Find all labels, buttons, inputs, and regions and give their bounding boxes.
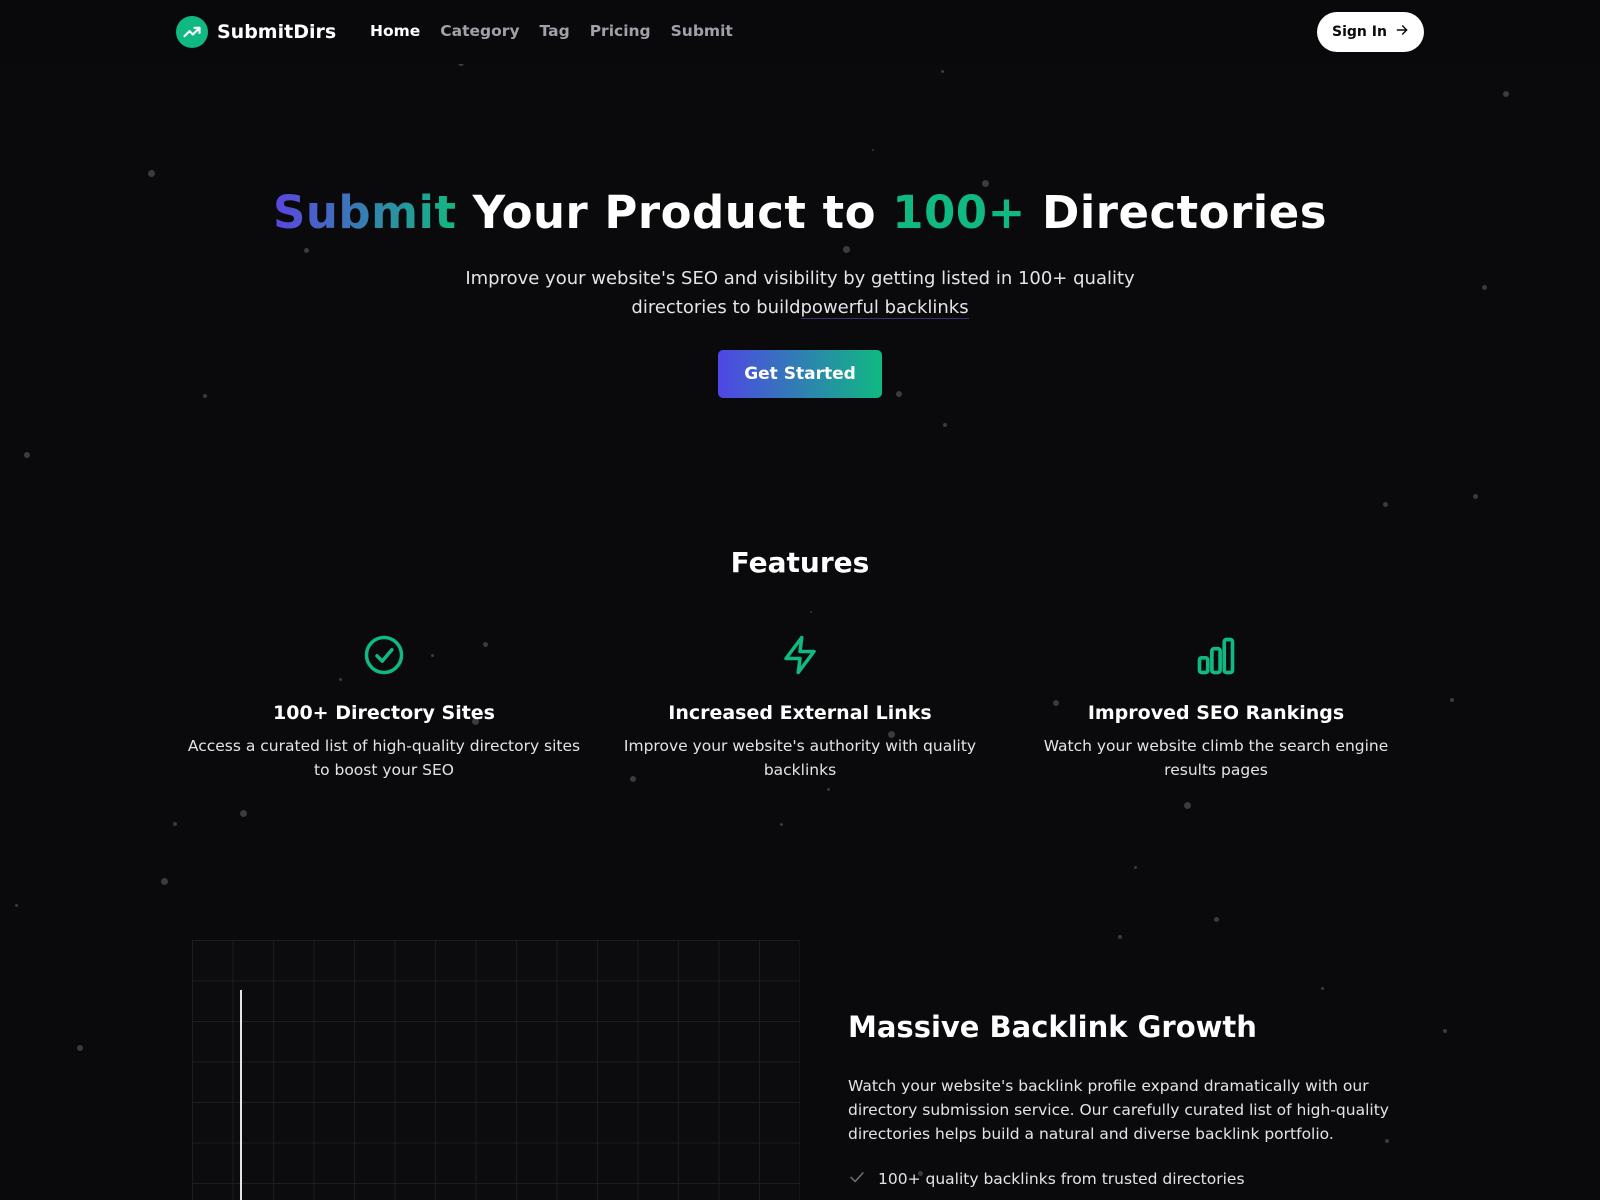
features-heading: Features [730, 546, 870, 579]
feature-card-directory-sites: 100+ Directory Sites Access a curated li… [184, 634, 584, 782]
feature-description: Improve your website's authority with qu… [623, 737, 977, 779]
hero-title-highlight: 100+ [892, 186, 1026, 239]
feature-title: Improved SEO Rankings [1087, 702, 1345, 724]
nav-tag[interactable]: Tag [540, 22, 570, 40]
check-circle-icon [184, 634, 584, 678]
feature-description: Watch your website climb the search engi… [1043, 737, 1389, 779]
growth-benefits-list: 100+ quality backlinks from trusted dire… [848, 1168, 1245, 1190]
chart-axis-line [240, 990, 242, 1200]
feature-title: 100+ Directory Sites [273, 702, 495, 724]
nav-home[interactable]: Home [370, 22, 420, 40]
backlink-growth-chart [192, 940, 800, 1200]
top-navbar: SubmitDirs Home Category Tag Pricing Sub… [0, 0, 1600, 64]
sign-in-label: Sign In [1332, 24, 1387, 40]
feature-description: Access a curated list of high-quality di… [187, 737, 581, 779]
hero-subtitle-underlined: powerful backlinks [800, 297, 969, 319]
feature-card-seo-rankings: Improved SEO Rankings Watch your website… [1016, 634, 1416, 782]
hero-title: Submit Your Product to 100+ Directories [0, 186, 1600, 239]
nav-pricing[interactable]: Pricing [590, 22, 651, 40]
sign-in-button[interactable]: Sign In [1317, 12, 1424, 52]
nav-submit[interactable]: Submit [671, 22, 733, 40]
trending-up-icon [176, 16, 208, 48]
feature-card-external-links: Increased External Links Improve your we… [600, 634, 1000, 782]
list-item-text: 100+ quality backlinks from trusted dire… [878, 1170, 1245, 1188]
feature-title: Increased External Links [668, 702, 932, 724]
main-menu: Home Category Tag Pricing Submit [370, 22, 733, 40]
hero-subtitle-text: Improve your website's SEO and visibilit… [465, 268, 1135, 318]
checkmark-icon [848, 1168, 866, 1190]
lightning-icon [600, 634, 1000, 678]
arrow-right-icon [1395, 23, 1409, 41]
growth-description: Watch your website's backlink profile ex… [848, 1077, 1389, 1143]
hero-title-mid: Your Product to [456, 186, 893, 239]
brand-logo[interactable]: SubmitDirs [176, 16, 336, 48]
hero-subtitle: Improve your website's SEO and visibilit… [420, 264, 1180, 322]
hero-title-submit: Submit [272, 186, 457, 239]
brand-name: SubmitDirs [217, 21, 337, 43]
growth-heading: Massive Backlink Growth [848, 1010, 1257, 1044]
nav-category[interactable]: Category [440, 22, 519, 40]
hero-title-end: Directories [1025, 186, 1328, 239]
bar-chart-icon [1016, 634, 1416, 678]
get-started-button[interactable]: Get Started [718, 350, 882, 398]
list-item: 100+ quality backlinks from trusted dire… [848, 1168, 1245, 1190]
